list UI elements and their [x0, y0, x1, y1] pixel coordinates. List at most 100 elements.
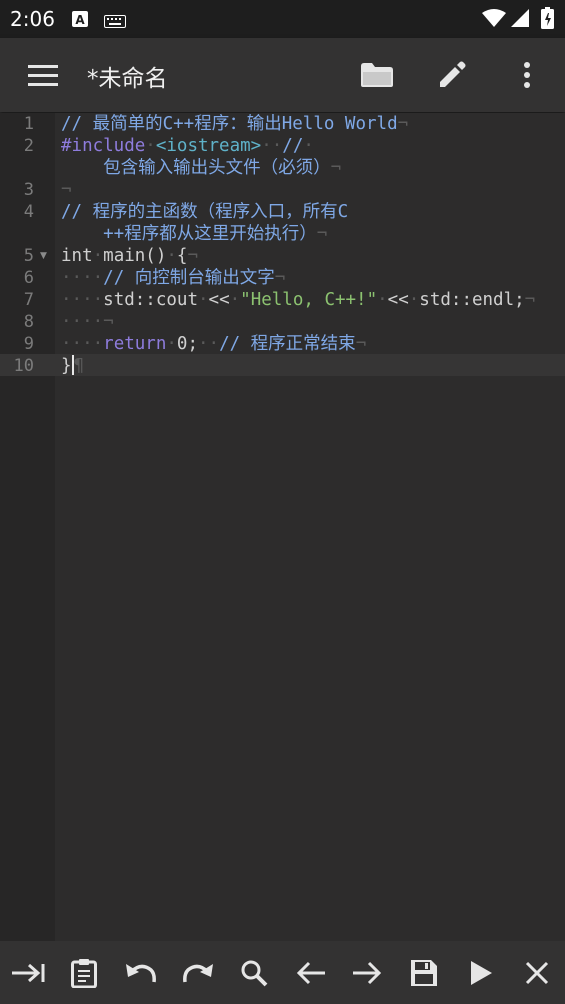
open-folder-button[interactable]	[355, 53, 399, 97]
code-editor[interactable]: 1 2 3 4 5 ▼ 6 7 8 9 10 // 最简单的C++程序：输出He…	[0, 113, 565, 941]
code-token: ¬	[61, 180, 72, 200]
folder-icon	[361, 63, 393, 87]
line-number: 7	[23, 290, 34, 310]
line-number: 3	[23, 180, 34, 200]
code-token: // 程序正常结束	[219, 334, 356, 354]
code-token: ····	[61, 334, 104, 354]
status-time: 2:06	[10, 7, 55, 31]
save-icon	[411, 960, 437, 986]
code-token: ++程序都从这里开始执行）	[61, 224, 317, 244]
code-token: ·	[166, 246, 177, 266]
code-token: "Hello, C++!"	[240, 290, 378, 310]
undo-icon	[126, 964, 156, 983]
code-line: ····return·0;··// 程序正常结束¬	[61, 333, 366, 355]
code-token: std::cout	[103, 290, 198, 310]
status-bar: 2:06 A	[0, 0, 565, 38]
code-token: ··	[261, 136, 283, 156]
current-line-highlight	[0, 354, 565, 376]
code-line: ¬	[61, 179, 72, 201]
code-line: 包含输入输出头文件（必须）¬	[61, 157, 341, 179]
save-button[interactable]	[404, 953, 444, 993]
code-line: // 最简单的C++程序：输出Hello World¬	[61, 113, 408, 135]
line-number-gutter	[0, 113, 55, 941]
code-token: #include	[61, 136, 146, 156]
close-button[interactable]	[517, 953, 557, 993]
code-token: <iostream>	[155, 136, 262, 156]
code-token: {	[176, 246, 188, 266]
line-number: 5	[23, 246, 34, 266]
run-icon	[471, 961, 492, 985]
undo-button[interactable]	[121, 953, 161, 993]
code-token: ¬	[316, 224, 328, 244]
code-token: ·	[197, 290, 209, 310]
redo-button[interactable]	[178, 953, 218, 993]
code-token: <<	[387, 290, 409, 310]
code-line: ++程序都从这里开始执行）¬	[61, 223, 327, 245]
line-number: 9	[23, 334, 34, 354]
wifi-icon	[482, 9, 506, 31]
code-token: ·	[145, 136, 156, 156]
app-bar: *未命名	[0, 38, 565, 112]
code-line: ····std::cout·<<·"Hello, C++!"·<<·std::e…	[61, 289, 535, 311]
paste-icon	[71, 959, 97, 988]
code-token: ·	[229, 290, 241, 310]
code-line: } ¶	[61, 355, 84, 377]
code-token: ·	[166, 334, 177, 354]
code-token: }	[61, 356, 72, 376]
line-number: 1	[23, 114, 34, 134]
code-token: int	[61, 246, 93, 266]
edit-button[interactable]	[430, 53, 474, 97]
line-number: 6	[23, 268, 34, 288]
code-token: ·	[303, 136, 314, 156]
code-token: //	[282, 136, 304, 156]
code-token: ¬	[355, 334, 367, 354]
code-token: ¬	[187, 246, 199, 266]
tab-indent-icon	[12, 963, 45, 983]
next-button[interactable]	[347, 953, 387, 993]
signal-icon	[511, 9, 529, 31]
code-token: ¬	[330, 158, 342, 178]
code-token: ¬	[274, 268, 286, 288]
previous-button[interactable]	[291, 953, 331, 993]
fold-arrow-icon[interactable]: ▼	[40, 251, 47, 261]
code-token: ····¬	[61, 312, 114, 332]
line-number: 4	[23, 202, 34, 222]
search-button[interactable]	[234, 953, 274, 993]
code-token: 0;	[176, 334, 198, 354]
more-options-button[interactable]	[505, 53, 549, 97]
code-token: std::endl;	[419, 290, 525, 310]
code-line: // 程序的主函数（程序入口，所有C	[61, 201, 348, 223]
code-token: ····	[61, 268, 104, 288]
code-token: ·	[377, 290, 388, 310]
code-line: #include·<iostream>··//·	[61, 135, 314, 157]
code-line: ····// 向控制台输出文字¬	[61, 267, 285, 289]
code-token: ¶	[73, 356, 85, 376]
line-number: 8	[23, 312, 34, 332]
line-number: 10	[13, 356, 34, 376]
code-token: main()	[103, 246, 167, 266]
svg-text:A: A	[75, 13, 85, 27]
code-token: // 程序的主函数（程序入口，所有C	[61, 202, 349, 222]
arrow-left-icon	[296, 961, 325, 985]
close-icon	[525, 961, 549, 985]
code-line: ····¬	[61, 311, 114, 333]
code-token: // 最简单的C++程序：输出Hello World	[61, 114, 398, 134]
menu-button[interactable]	[21, 53, 65, 97]
bottom-toolbar	[0, 941, 565, 1004]
code-token: // 向控制台输出文字	[103, 268, 275, 288]
code-token: <<	[208, 290, 230, 310]
code-token: ¬	[524, 290, 536, 310]
code-token: ·	[408, 290, 420, 310]
document-title: *未命名	[87, 66, 168, 92]
edit-icon	[440, 61, 466, 87]
paste-button[interactable]	[64, 953, 104, 993]
code-token: ·	[92, 246, 104, 266]
code-token: ····	[61, 290, 104, 310]
search-icon	[241, 960, 268, 987]
code-token: return	[103, 334, 167, 354]
battery-icon	[541, 7, 554, 33]
menu-icon	[28, 65, 58, 86]
code-line: int·main()·{¬	[61, 245, 198, 267]
run-button[interactable]	[461, 953, 501, 993]
tab-indent-button[interactable]	[8, 953, 48, 993]
